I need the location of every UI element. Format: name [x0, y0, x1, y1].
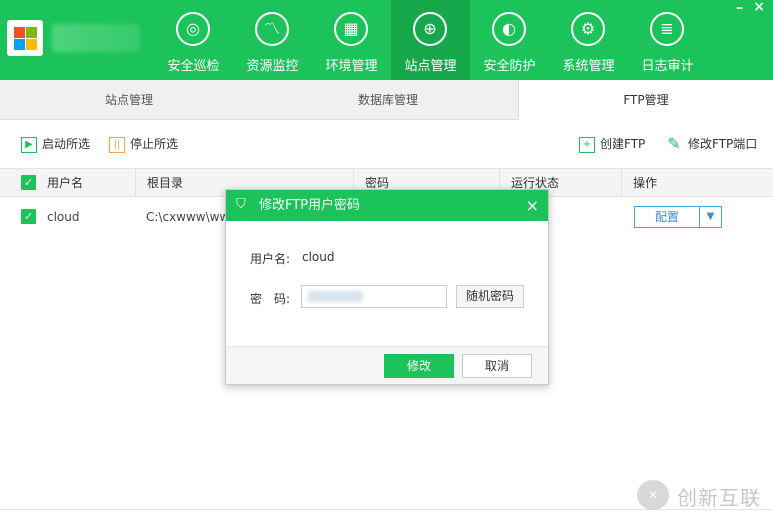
settings-icon: ⚙ [571, 12, 605, 46]
nav-label: 环境管理 [325, 59, 378, 74]
dialog-title: 修改FTP用户密码 [259, 198, 361, 213]
create-ftp-label: 创建FTP [600, 137, 646, 151]
nav-label: 系统管理 [562, 59, 615, 74]
select-all-checkbox[interactable]: ✓ [21, 175, 36, 190]
sub-tabs: 站点管理 数据库管理 FTP管理 [0, 80, 773, 120]
shield-check-icon: ⛉ [236, 197, 246, 212]
nav-label: 资源监控 [246, 59, 299, 74]
toolbar: ▶ 启动所选 || 停止所选 + 创建FTP ✎ 修改FTP端口 [0, 121, 773, 167]
minimize-button[interactable]: – [736, 0, 743, 16]
column-actions: 操作 [621, 169, 773, 197]
nav-label: 安全防护 [483, 59, 536, 74]
dialog-header: ⛉ 修改FTP用户密码 × [226, 190, 548, 221]
watermark-text: 创新互联 [677, 486, 761, 510]
shield-icon: ◐ [492, 12, 526, 46]
tab-database-management[interactable]: 数据库管理 [258, 80, 518, 120]
play-icon: ▶ [21, 136, 37, 153]
configure-button[interactable]: 配置 [634, 206, 700, 228]
building-icon: ▦ [334, 12, 368, 46]
tab-ftp-management[interactable]: FTP管理 [518, 80, 773, 120]
pause-icon: || [109, 136, 125, 153]
nav-resource-monitor[interactable]: 〽 资源监控 [233, 0, 312, 80]
plus-icon: + [579, 136, 595, 153]
nav-site-management[interactable]: ⊕ 站点管理 [391, 0, 470, 80]
stop-selected-label: 停止所选 [130, 137, 179, 151]
nav-log-audit[interactable]: ≣ 日志审计 [628, 0, 707, 80]
chart-monitor-icon: 〽 [255, 12, 289, 46]
brand-name-blurred [52, 24, 140, 52]
chevron-down-icon[interactable]: ▼ [700, 206, 722, 228]
app-window: ◎ 安全巡检 〽 资源监控 ▦ 环境管理 ⊕ 站点管理 ◐ 安全防护 ⚙ 系统管… [0, 0, 773, 522]
nav-security-inspection[interactable]: ◎ 安全巡检 [154, 0, 233, 80]
nav-security-protection[interactable]: ◐ 安全防护 [470, 0, 549, 80]
cancel-button[interactable]: 取消 [462, 354, 532, 378]
password-value-blurred [308, 291, 363, 302]
top-header: ◎ 安全巡检 〽 资源监控 ▦ 环境管理 ⊕ 站点管理 ◐ 安全防护 ⚙ 系统管… [0, 0, 773, 80]
main-nav: ◎ 安全巡检 〽 资源监控 ▦ 环境管理 ⊕ 站点管理 ◐ 安全防护 ⚙ 系统管… [154, 0, 707, 80]
random-password-button[interactable]: 随机密码 [456, 285, 524, 308]
password-label: 密 码: [250, 292, 291, 306]
tab-site-management[interactable]: 站点管理 [0, 80, 258, 120]
nav-label: 站点管理 [404, 59, 457, 74]
create-ftp-button[interactable]: + 创建FTP [579, 134, 645, 154]
modify-ftp-port-label: 修改FTP端口 [688, 137, 758, 151]
nav-environment[interactable]: ▦ 环境管理 [312, 0, 391, 80]
watermark-logo-icon: ✕ [637, 480, 669, 510]
stop-selected-button[interactable]: || 停止所选 [109, 134, 178, 154]
close-window-button[interactable]: × [753, 0, 765, 15]
close-icon[interactable]: × [526, 190, 539, 221]
change-password-dialog: ⛉ 修改FTP用户密码 × 用户名: cloud 密 码: 随机密码 修改 取消 [225, 189, 549, 385]
globe-icon: ⊕ [413, 12, 447, 46]
windows-logo-icon [7, 20, 43, 56]
cell-username: cloud [47, 210, 80, 224]
dialog-footer: 修改 取消 [226, 346, 548, 384]
nav-label: 安全巡检 [167, 59, 220, 74]
nav-label: 日志审计 [641, 59, 694, 74]
modify-ftp-port-button[interactable]: ✎ 修改FTP端口 [665, 134, 757, 154]
nav-system-management[interactable]: ⚙ 系统管理 [549, 0, 628, 80]
start-selected-button[interactable]: ▶ 启动所选 [21, 134, 90, 154]
modify-button[interactable]: 修改 [384, 354, 454, 378]
username-value: cloud [302, 250, 335, 264]
edit-icon: ✎ [667, 133, 681, 153]
document-icon: ≣ [650, 12, 684, 46]
row-checkbox[interactable]: ✓ [21, 209, 36, 224]
username-label: 用户名: [250, 252, 291, 266]
radar-icon: ◎ [176, 12, 210, 46]
cell-root: C:\cxwww\www [146, 210, 225, 224]
start-selected-label: 启动所选 [42, 137, 91, 151]
column-username: 用户名 [47, 176, 84, 190]
